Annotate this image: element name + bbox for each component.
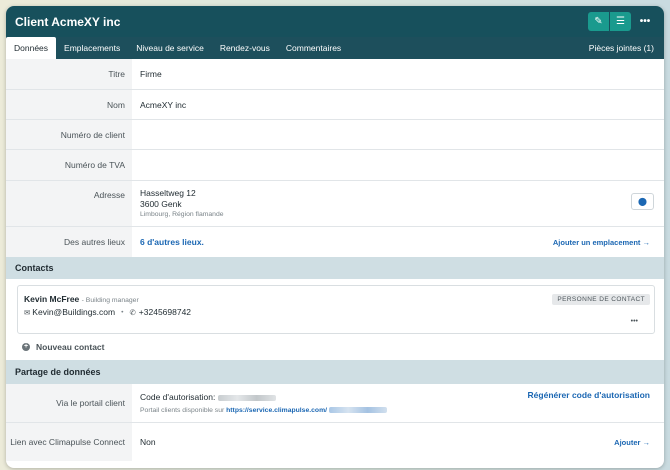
field-label: Adresse	[6, 181, 132, 226]
redacted-portal-url	[328, 407, 387, 414]
data-sharing-section-header: Partage de données	[6, 360, 664, 384]
connect-status: Non	[140, 437, 156, 447]
edit-button[interactable]: ✎	[588, 12, 609, 31]
page-title: Client AcmeXY inc	[15, 14, 121, 29]
field-label: Lien avec Climapulse Connect	[6, 423, 132, 461]
contacts-section-header: Contacts	[6, 257, 664, 279]
phone-icon: ✆	[129, 307, 136, 317]
field-nom: Nom AcmeXY inc	[6, 90, 664, 120]
client-window: Client AcmeXY inc ✎ ☰ ••• Données Emplac…	[6, 6, 664, 468]
field-value: Non Ajouter →	[132, 423, 664, 461]
envelope-icon: ✉	[24, 307, 31, 317]
address-region: Limbourg, Région flamande	[140, 211, 224, 218]
contact-name: Kevin McFree	[24, 294, 80, 304]
contact-more-button[interactable]: •••	[631, 318, 638, 325]
tab-pieces-jointes[interactable]: Pièces jointes (1)	[581, 37, 664, 59]
tab-niveau-de-service[interactable]: Niveau de service	[128, 37, 212, 59]
regenerate-code-link[interactable]: Régénérer code d'autorisation	[528, 390, 650, 400]
field-numero-tva: Numéro de TVA	[6, 150, 664, 181]
field-titre: Titre Firme	[6, 59, 664, 90]
tab-emplacements[interactable]: Emplacements	[56, 37, 128, 59]
redacted-auth-code	[217, 394, 276, 401]
contact-email[interactable]: Kevin@Buildings.com	[32, 307, 115, 317]
field-label: Des autres lieux	[6, 227, 132, 257]
field-adresse: Adresse Hasseltweg 12 3600 Genk Limbourg…	[6, 181, 664, 227]
field-label: Titre	[6, 59, 132, 89]
address-line-1: Hasseltweg 12	[140, 188, 196, 198]
field-autres-lieux: Des autres lieux 6 d'autres lieux. Ajout…	[6, 227, 664, 257]
field-value	[132, 120, 664, 149]
field-value	[132, 150, 664, 180]
portal-note-text: Portail clients disponible sur	[140, 407, 225, 414]
contact-role: - Building manager	[81, 297, 139, 304]
plus-circle-icon: +	[22, 343, 30, 351]
separator-dot: •	[121, 308, 124, 316]
field-label: Nom	[6, 90, 132, 119]
field-climapulse-connect: Lien avec Climapulse Connect Non Ajouter…	[6, 423, 664, 461]
add-connect-link[interactable]: Ajouter →	[614, 438, 650, 447]
list-icon: ☰	[616, 16, 625, 27]
tab-commentaires[interactable]: Commentaires	[278, 37, 349, 59]
field-value: AcmeXY inc	[140, 99, 187, 110]
field-value: 6 d'autres lieux. Ajouter un emplacement…	[132, 227, 664, 257]
field-value: Firme	[140, 69, 162, 79]
contact-phone[interactable]: +3245698742	[139, 307, 191, 317]
contact-person-badge: PERSONNE DE CONTACT	[552, 294, 650, 305]
portal-value: Code d'autorisation: Portail clients dis…	[132, 384, 664, 422]
portal-url-link[interactable]: https://service.climapulse.com/	[226, 407, 327, 414]
contact-card: Kevin McFree - Building manager ✉ Kevin@…	[17, 285, 655, 334]
address-line-2: 3600 Genk	[140, 199, 182, 209]
portal-note: Portail clients disponible sur https://s…	[140, 407, 387, 414]
new-contact-label: Nouveau contact	[36, 342, 105, 352]
other-locations-link[interactable]: 6 d'autres lieux.	[140, 237, 204, 247]
tab-donnees[interactable]: Données	[6, 37, 57, 59]
field-numero-client: Numéro de client	[6, 120, 664, 150]
field-label: Numéro de client	[6, 120, 132, 149]
pencil-icon: ✎	[594, 16, 603, 27]
field-label: Numéro de TVA	[6, 150, 132, 180]
auth-code-label: Code d'autorisation:	[140, 392, 216, 402]
field-portail-client: Via le portail client Code d'autorisatio…	[6, 384, 664, 423]
location-pin-icon: ⬤	[638, 197, 647, 206]
tab-rendez-vous[interactable]: Rendez-vous	[212, 37, 278, 59]
new-contact-button[interactable]: + Nouveau contact	[6, 334, 664, 360]
field-label: Via le portail client	[6, 384, 132, 422]
tab-bar: Données Emplacements Niveau de service R…	[6, 37, 664, 59]
address-value: Hasseltweg 12 3600 Genk Limbourg, Région…	[132, 181, 664, 226]
auth-code-line: Code d'autorisation:	[140, 392, 276, 402]
more-options-button[interactable]: •••	[634, 12, 656, 31]
contact-details: ✉ Kevin@Buildings.com • ✆ +3245698742	[24, 307, 654, 317]
title-bar: Client AcmeXY inc ✎ ☰ •••	[6, 6, 664, 37]
map-location-button[interactable]: ⬤	[631, 193, 654, 210]
add-location-link[interactable]: Ajouter un emplacement →	[553, 238, 650, 247]
list-view-button[interactable]: ☰	[610, 12, 631, 31]
